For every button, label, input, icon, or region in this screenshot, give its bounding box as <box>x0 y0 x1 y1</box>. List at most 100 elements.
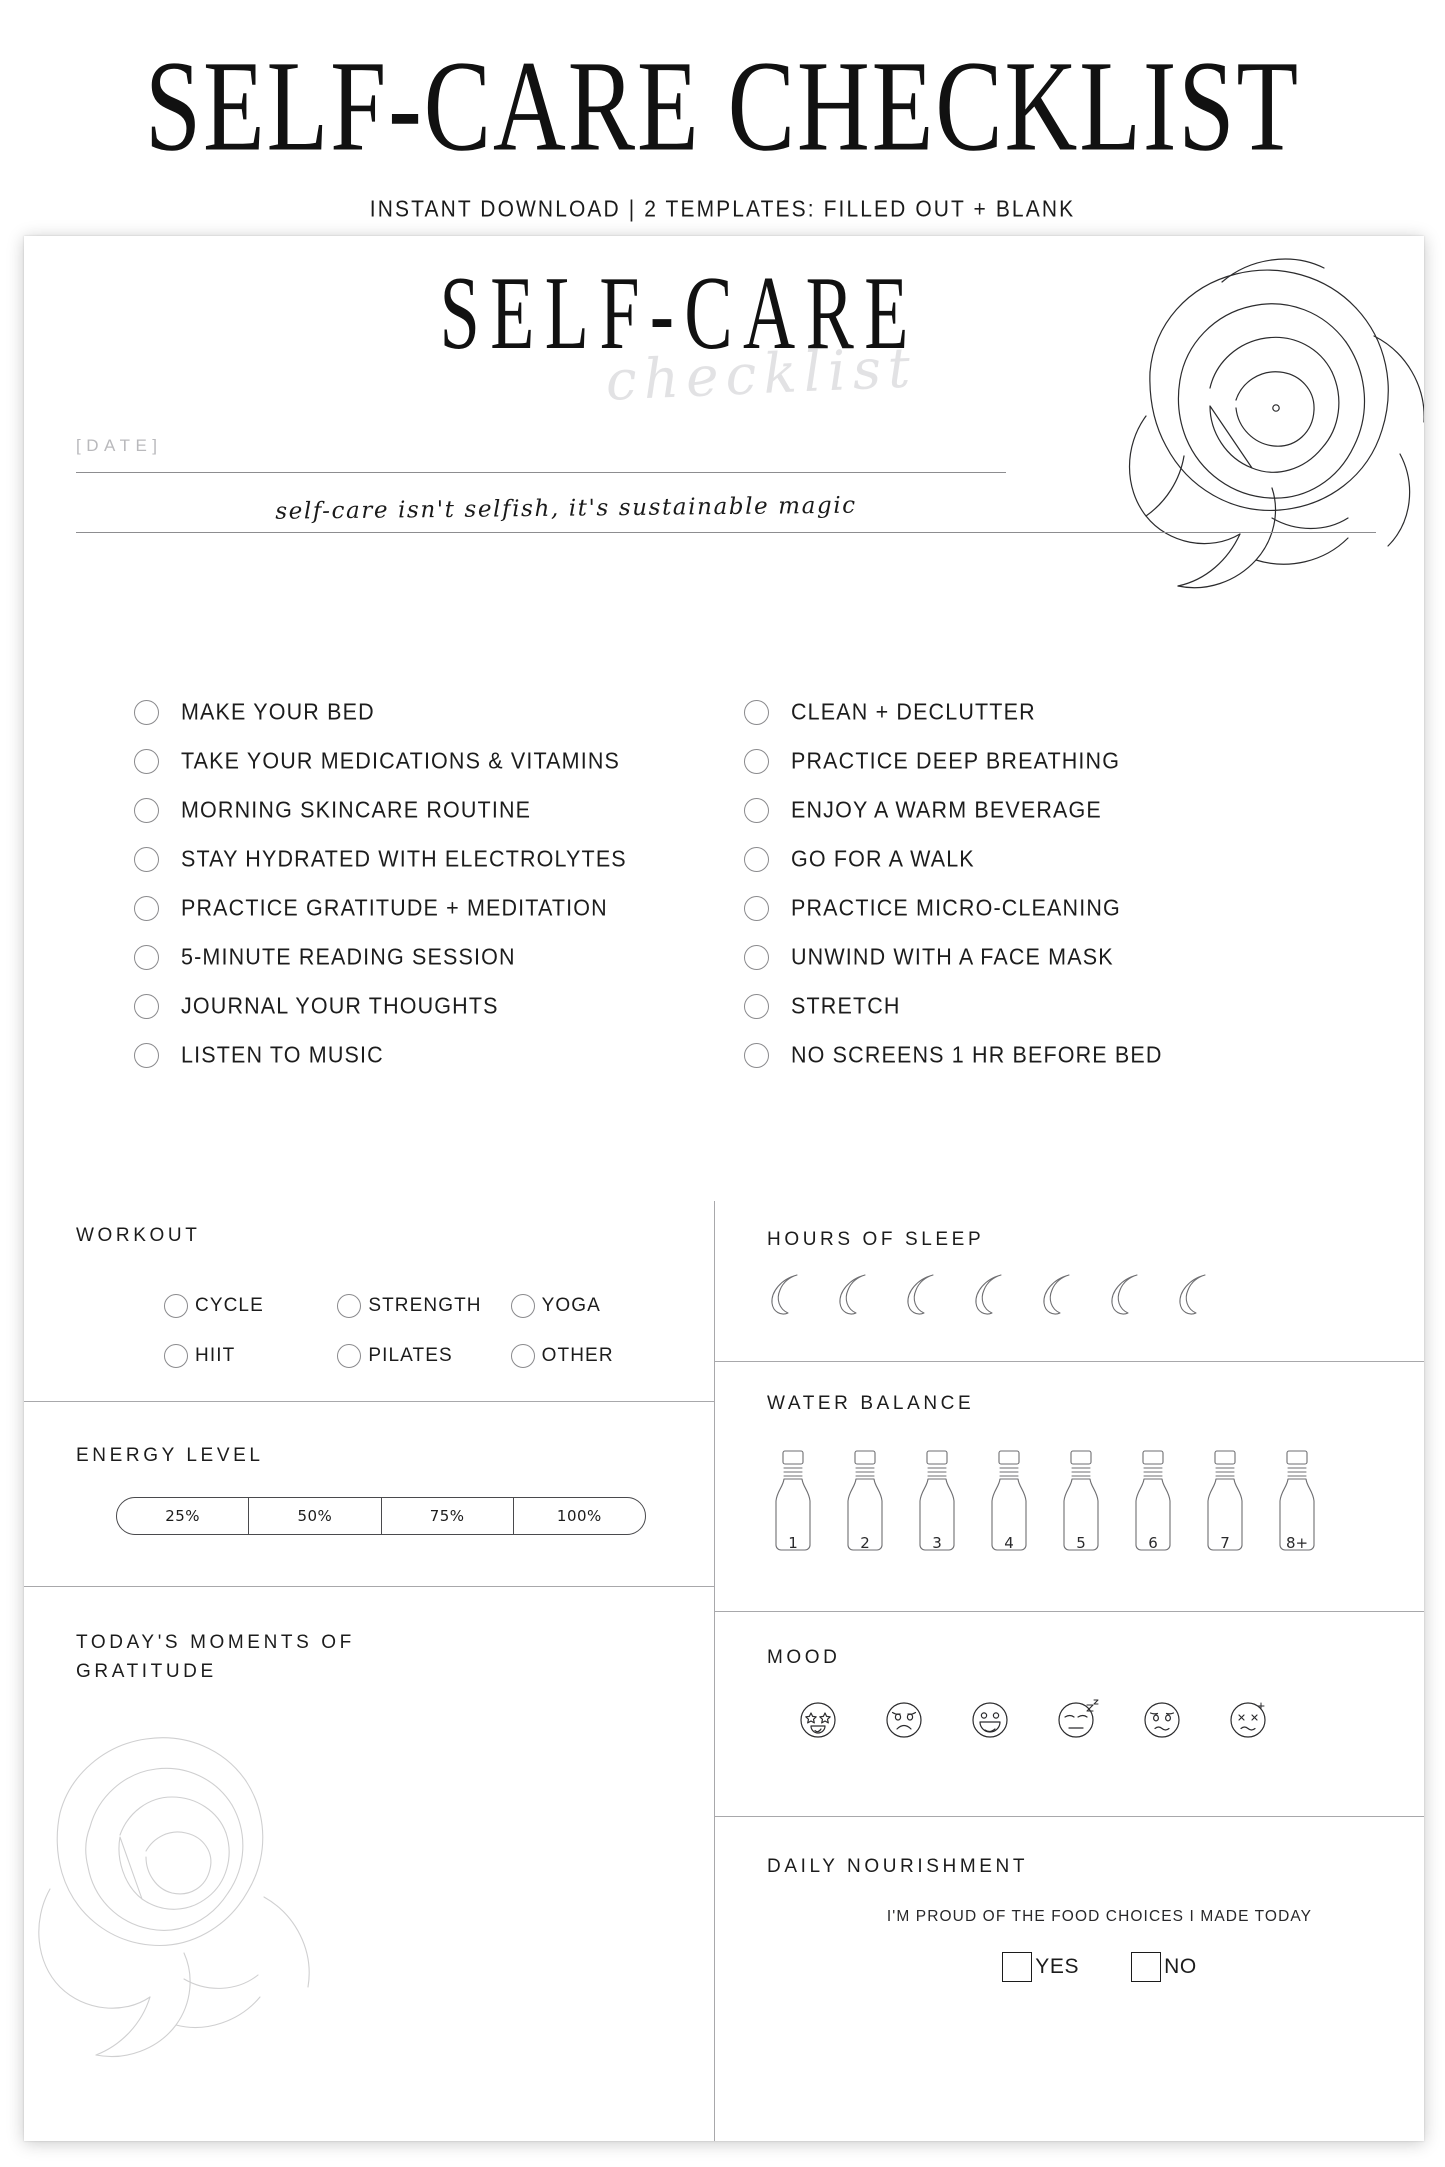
checklist-item-label: 5-MINUTE READING SESSION <box>181 944 516 970</box>
energy-level-option[interactable]: 50% <box>249 1498 382 1534</box>
worried-face-icon[interactable] <box>1139 1697 1185 1743</box>
checkbox-circle-icon[interactable] <box>744 700 769 725</box>
checkbox-circle-icon[interactable] <box>134 749 159 774</box>
workout-option[interactable]: OTHER <box>510 1344 684 1368</box>
page-root: SELF-CARE CHECKLIST INSTANT DOWNLOAD | 2… <box>0 0 1445 2167</box>
workout-option[interactable]: CYCLE <box>164 1294 337 1318</box>
checklist-item[interactable]: TAKE YOUR MEDICATIONS & VITAMINS <box>134 737 744 786</box>
workout-option-label: STRENGTH <box>368 1295 482 1316</box>
page-title: SELF-CARE CHECKLIST <box>144 34 1300 179</box>
energy-level-option[interactable]: 100% <box>514 1498 645 1534</box>
workout-title: WORKOUT <box>76 1225 201 1246</box>
workout-option[interactable]: STRENGTH <box>337 1294 510 1318</box>
checklist-item-label: PRACTICE DEEP BREATHING <box>791 748 1121 774</box>
workout-option-label: PILATES <box>368 1345 453 1366</box>
checklist-item[interactable]: GO FOR A WALK <box>744 835 1354 884</box>
sleeping-annoyed-face-icon[interactable] <box>1053 1697 1099 1743</box>
checkbox-circle-icon[interactable] <box>744 945 769 970</box>
checkbox-circle-icon[interactable] <box>134 700 159 725</box>
checklist-item[interactable]: JOURNAL YOUR THOUGHTS <box>134 982 744 1031</box>
bottle-number: 2 <box>860 1534 870 1552</box>
checkbox-circle-icon[interactable] <box>744 994 769 1019</box>
checklist-item[interactable]: MORNING SKINCARE ROUTINE <box>134 786 744 835</box>
radio-circle-icon[interactable] <box>164 1294 188 1318</box>
checkbox-circle-icon[interactable] <box>744 847 769 872</box>
star-struck-face-icon[interactable] <box>795 1697 841 1743</box>
bottle-number: 1 <box>788 1534 798 1552</box>
checklist-item[interactable]: STAY HYDRATED WITH ELECTROLYTES <box>134 835 744 884</box>
checkbox-square-icon[interactable] <box>1131 1952 1162 1982</box>
water-bottle[interactable]: 1 <box>767 1443 819 1560</box>
checkbox-circle-icon[interactable] <box>134 994 159 1019</box>
checkbox-circle-icon[interactable] <box>134 896 159 921</box>
checkbox-square-icon[interactable] <box>1002 1952 1033 1982</box>
nourishment-yes-option[interactable]: YES <box>1002 1952 1079 1982</box>
checklist-item-label: LISTEN TO MUSIC <box>181 1042 384 1068</box>
checklist-item[interactable]: PRACTICE DEEP BREATHING <box>744 737 1354 786</box>
checklist-item[interactable]: UNWIND WITH A FACE MASK <box>744 933 1354 982</box>
daily-nourishment-section: DAILY NOURISHMENT I'M PROUD OF THE FOOD … <box>715 1816 1424 2141</box>
moon-icon[interactable] <box>967 1269 1017 1319</box>
water-bottle[interactable]: 8+ <box>1271 1443 1323 1560</box>
checklist-item-label: STAY HYDRATED WITH ELECTROLYTES <box>181 846 627 872</box>
water-bottle[interactable]: 7 <box>1199 1443 1251 1560</box>
dizzy-face-icon[interactable] <box>1225 1697 1271 1743</box>
checkbox-circle-icon[interactable] <box>134 798 159 823</box>
checkbox-circle-icon[interactable] <box>744 749 769 774</box>
energy-level-section: ENERGY LEVEL 25% 50% 75% 100% <box>24 1401 714 1586</box>
checkbox-circle-icon[interactable] <box>744 798 769 823</box>
water-bottle[interactable]: 3 <box>911 1443 963 1560</box>
workout-option-label: YOGA <box>541 1295 601 1316</box>
workout-option[interactable]: PILATES <box>337 1344 510 1368</box>
checklist-item[interactable]: NO SCREENS 1 HR BEFORE BED <box>744 1031 1354 1080</box>
date-placeholder[interactable]: [DATE] <box>76 436 1006 456</box>
checkbox-circle-icon[interactable] <box>134 945 159 970</box>
checklist-item[interactable]: ENJOY A WARM BEVERAGE <box>744 786 1354 835</box>
radio-circle-icon[interactable] <box>164 1344 188 1368</box>
tagline: self-care isn't selfish, it's sustainabl… <box>275 492 857 525</box>
checklist-item[interactable]: CLEAN + DECLUTTER <box>744 688 1354 737</box>
radio-circle-icon[interactable] <box>510 1344 535 1368</box>
checkbox-circle-icon[interactable] <box>134 1043 159 1068</box>
energy-level-scale[interactable]: 25% 50% 75% 100% <box>116 1497 646 1535</box>
checklist-item[interactable]: LISTEN TO MUSIC <box>134 1031 744 1080</box>
water-bottle[interactable]: 5 <box>1055 1443 1107 1560</box>
laughing-face-icon[interactable] <box>967 1697 1013 1743</box>
checkbox-circle-icon[interactable] <box>744 1043 769 1068</box>
tracker-grid: WORKOUT CYCLE STRENGTH YOGA HIIT PILATES… <box>24 1201 1424 2141</box>
checklist-item[interactable]: PRACTICE GRATITUDE + MEDITATION <box>134 884 744 933</box>
water-bottle[interactable]: 2 <box>839 1443 891 1560</box>
checklist-item[interactable]: MAKE YOUR BED <box>134 688 744 737</box>
water-bottle[interactable]: 4 <box>983 1443 1035 1560</box>
radio-circle-icon[interactable] <box>337 1344 362 1368</box>
checklist-item-label: CLEAN + DECLUTTER <box>791 699 1036 725</box>
energy-level-option[interactable]: 25% <box>117 1498 250 1534</box>
bottle-number: 4 <box>1004 1534 1014 1552</box>
checkbox-circle-icon[interactable] <box>744 896 769 921</box>
workout-option[interactable]: YOGA <box>510 1294 684 1318</box>
moon-icon[interactable] <box>1171 1269 1221 1319</box>
moon-icon[interactable] <box>1035 1269 1085 1319</box>
moon-icon[interactable] <box>763 1269 813 1319</box>
water-bottle[interactable]: 6 <box>1127 1443 1179 1560</box>
sleep-title: HOURS OF SLEEP <box>767 1229 985 1250</box>
bottle-number: 5 <box>1076 1534 1086 1552</box>
workout-option[interactable]: HIIT <box>164 1344 337 1368</box>
card-logo: SELF-CARE checklist <box>24 254 1424 412</box>
gratitude-section[interactable]: TODAY'S MOMENTS OF GRATITUDE <box>24 1586 714 2141</box>
moon-icon[interactable] <box>899 1269 949 1319</box>
energy-level-option[interactable]: 75% <box>382 1498 514 1534</box>
moon-icon[interactable] <box>831 1269 881 1319</box>
checklist-item[interactable]: 5-MINUTE READING SESSION <box>134 933 744 982</box>
checklist-item[interactable]: PRACTICE MICRO-CLEANING <box>744 884 1354 933</box>
checkbox-circle-icon[interactable] <box>134 847 159 872</box>
workout-option-label: CYCLE <box>195 1295 264 1316</box>
radio-circle-icon[interactable] <box>510 1294 535 1318</box>
gratitude-title-line2: GRATITUDE <box>76 1661 217 1683</box>
moon-icon[interactable] <box>1103 1269 1153 1319</box>
nourishment-no-option[interactable]: NO <box>1131 1952 1197 1982</box>
checklist-item-label: GO FOR A WALK <box>791 846 975 872</box>
checklist-item[interactable]: STRETCH <box>744 982 1354 1031</box>
sad-face-icon[interactable] <box>881 1697 927 1743</box>
radio-circle-icon[interactable] <box>337 1294 362 1318</box>
